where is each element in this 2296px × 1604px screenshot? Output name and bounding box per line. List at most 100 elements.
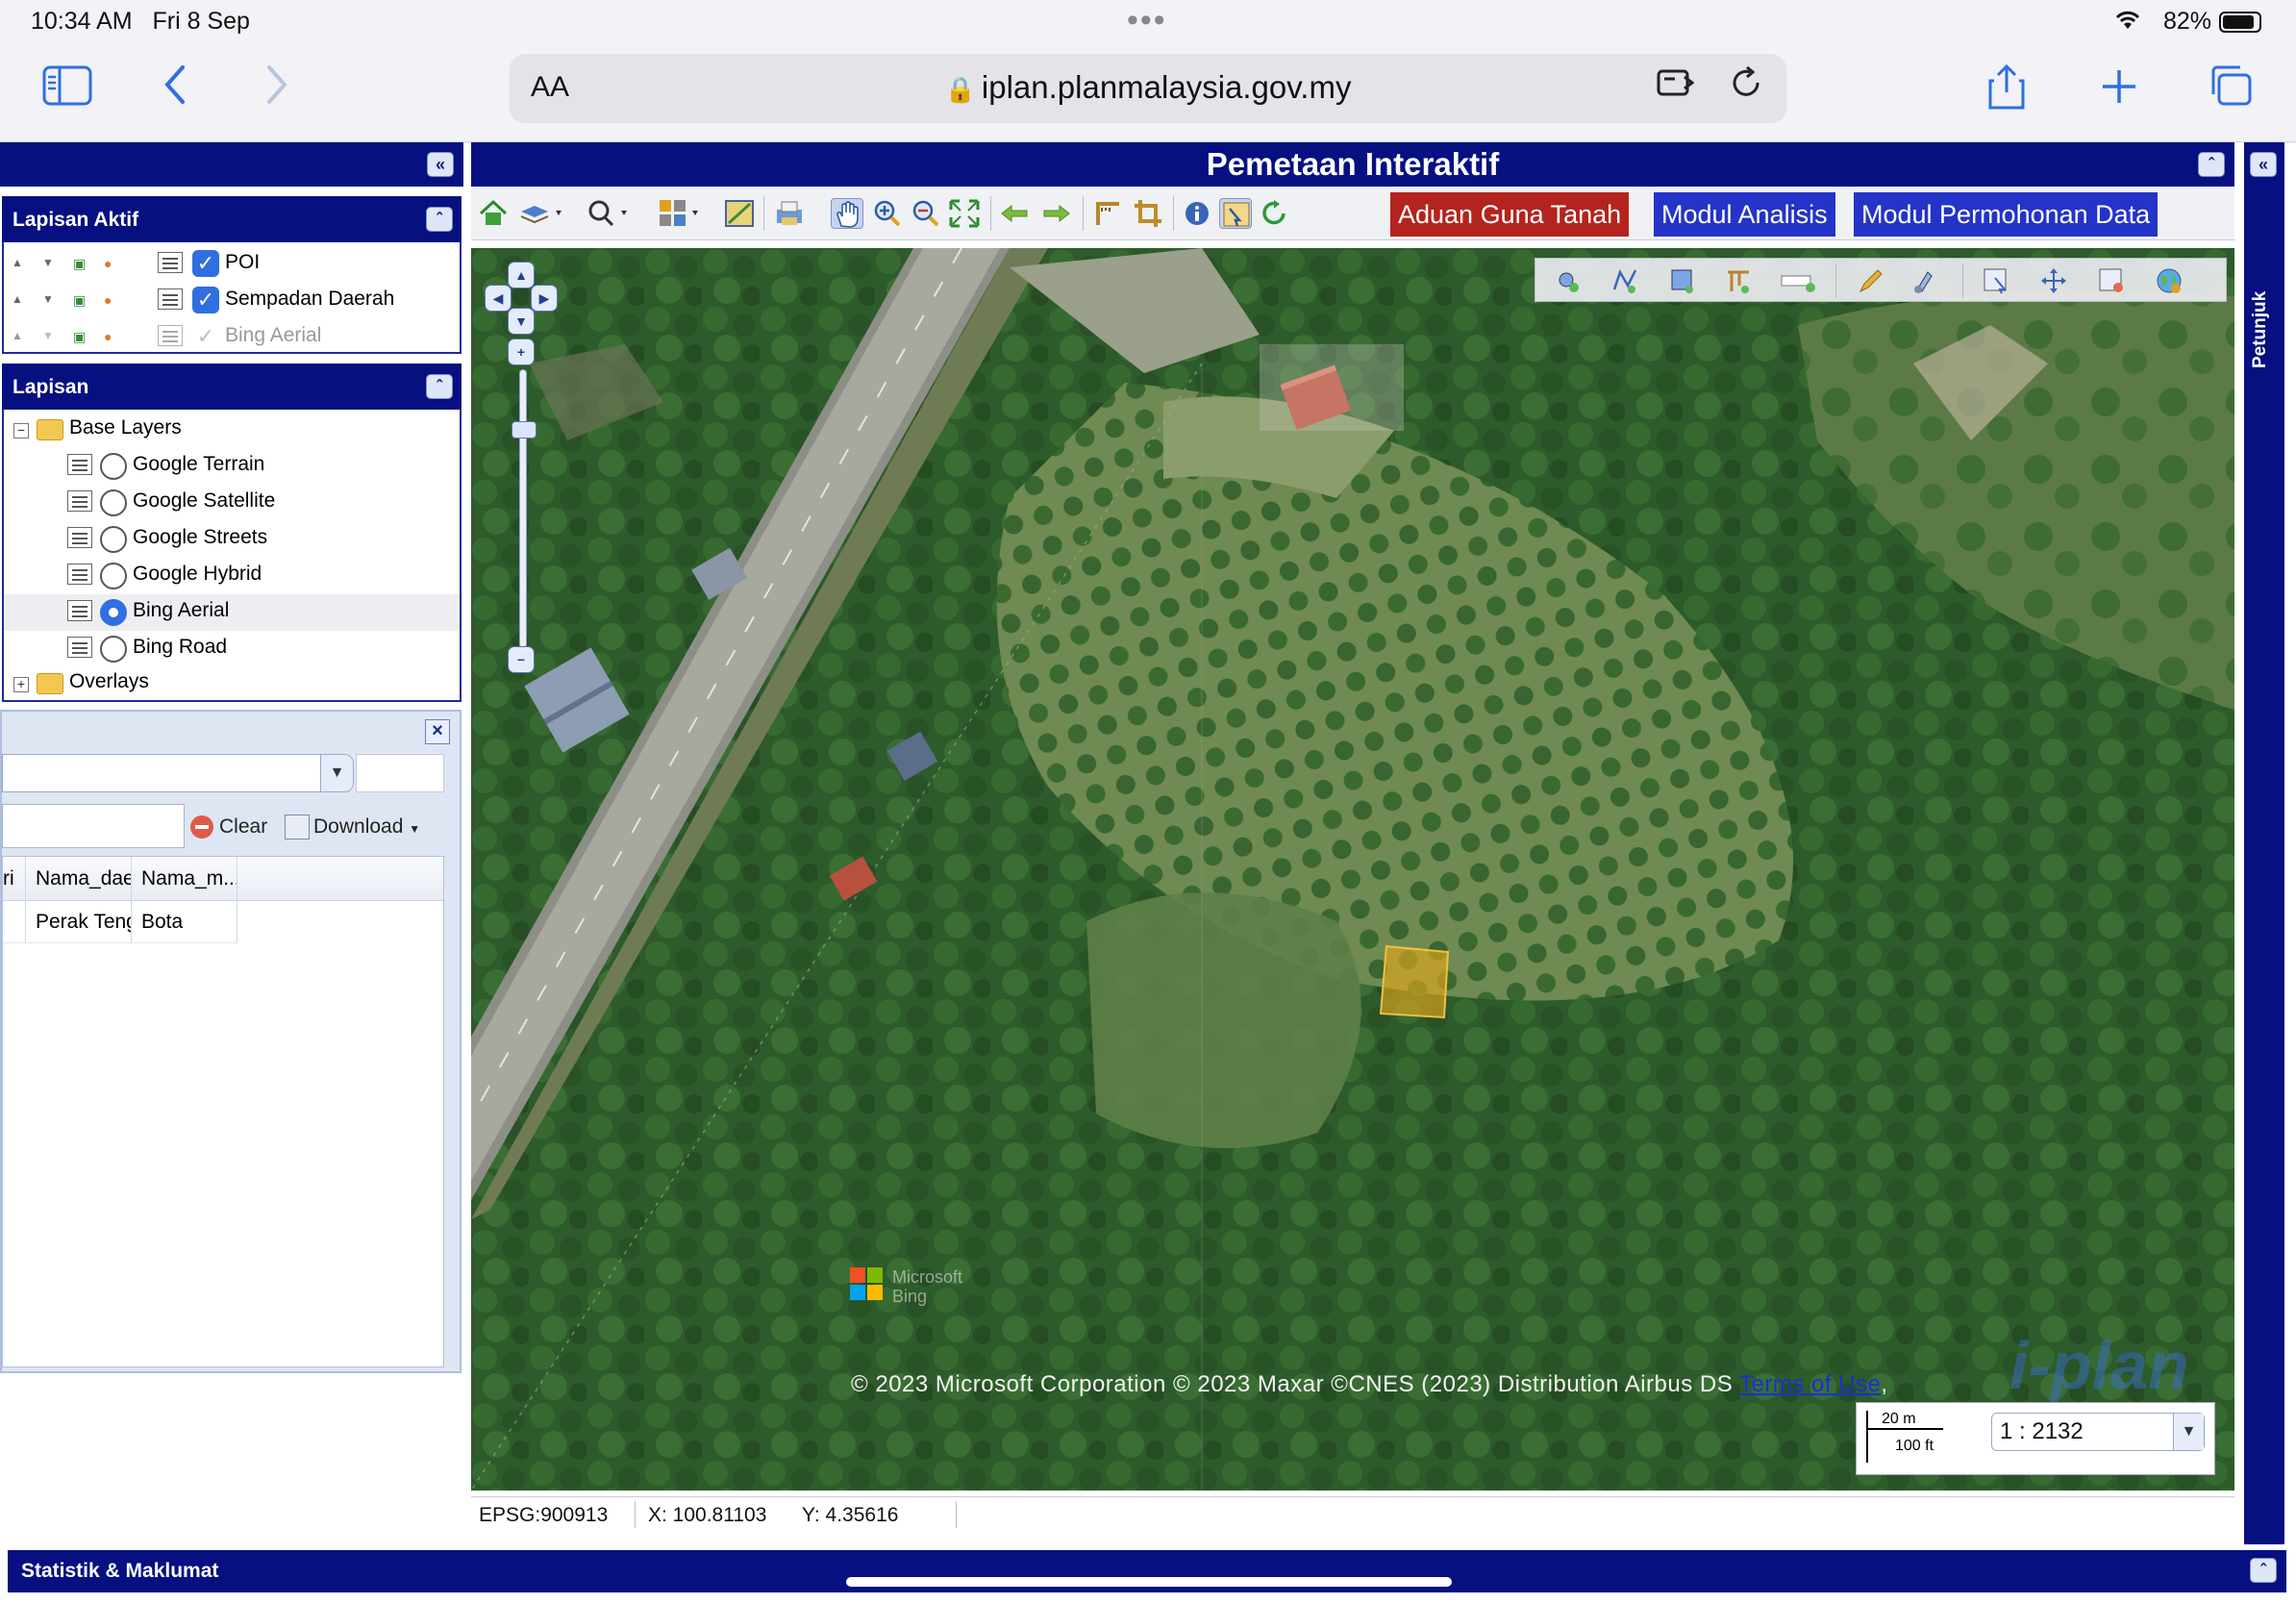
base-layer-radio[interactable] [100, 526, 127, 553]
home-icon[interactable] [477, 198, 510, 229]
move-up-icon[interactable]: ▲ [12, 292, 23, 306]
edit-pencil-icon[interactable] [1857, 266, 1885, 295]
layer-checkbox-bing[interactable]: ✓ [192, 323, 219, 350]
zoom-out-icon[interactable] [910, 198, 942, 229]
measure-icon[interactable] [1092, 198, 1125, 229]
right-panel-petunjuk[interactable]: « Petunjuk [2244, 142, 2284, 1544]
base-layer-row[interactable]: Bing Road [4, 631, 460, 667]
info-icon[interactable] [1181, 198, 1213, 229]
chevron-up-icon[interactable]: ˆ [426, 374, 453, 399]
base-layer-radio[interactable] [100, 636, 127, 663]
print-map-icon[interactable] [773, 198, 806, 229]
identify-icon[interactable] [1219, 198, 1252, 229]
zoom-slider-handle[interactable] [512, 421, 537, 439]
back-icon[interactable] [162, 63, 188, 121]
layer-select[interactable]: ▼ [2, 754, 354, 792]
draw-polygon-icon[interactable] [1668, 266, 1697, 295]
legend-icon[interactable] [67, 600, 92, 621]
pan-left-icon[interactable]: ◀ [485, 285, 512, 312]
legend-icon[interactable] [67, 564, 92, 585]
layer-props-icon[interactable]: ▣ [73, 329, 86, 345]
draw-feature-icon[interactable] [1724, 266, 1753, 295]
layers-header[interactable]: Lapisan ˆ [2, 363, 462, 410]
zoom-slider[interactable] [519, 369, 527, 648]
zoom-in-button[interactable]: + [508, 338, 535, 365]
active-layers-header[interactable]: Lapisan Aktif ˆ [2, 196, 462, 242]
address-bar[interactable]: AA 🔒 iplan.planmalaysia.gov.my [510, 54, 1786, 123]
url-display[interactable]: 🔒 iplan.planmalaysia.gov.my [510, 69, 1786, 106]
chevron-down-icon[interactable]: ▼ [320, 755, 353, 791]
legend-icon[interactable] [158, 325, 183, 346]
aduan-guna-tanah-button[interactable]: Aduan Guna Tanah [1390, 192, 1630, 237]
reload-icon[interactable] [1729, 65, 1763, 109]
chevron-up-icon[interactable]: ˆ [2198, 152, 2225, 177]
new-tab-icon[interactable] [2100, 63, 2138, 121]
next-extent-icon[interactable] [1040, 198, 1073, 229]
collapse-tree-icon[interactable]: − [13, 423, 29, 439]
legend-icon[interactable] [67, 454, 92, 475]
grid-tools-icon[interactable] [658, 198, 706, 229]
zoom-out-button[interactable]: − [508, 646, 535, 673]
active-layer-row[interactable]: ▲ ▼ ▣ ● ✓ Sempadan Daerah [4, 283, 460, 317]
opacity-icon[interactable]: ● [104, 329, 112, 344]
base-layer-row[interactable]: Google Streets [4, 521, 460, 558]
layers-icon[interactable] [519, 198, 567, 229]
opacity-icon[interactable]: ● [104, 256, 112, 271]
base-layer-row-selected[interactable]: Bing Aerial [4, 594, 460, 631]
sidebar-icon[interactable] [42, 63, 92, 121]
move-down-icon[interactable]: ▼ [42, 292, 54, 306]
move-down-icon[interactable]: ▼ [42, 329, 54, 342]
forward-icon[interactable] [263, 63, 290, 121]
attribute-search-input[interactable] [2, 804, 185, 848]
zoom-in-icon[interactable] [871, 198, 904, 229]
pan-up-icon[interactable]: ▲ [508, 262, 535, 288]
tree-folder-overlays[interactable]: + Overlays [4, 665, 460, 702]
select-feature-icon[interactable] [1982, 266, 2010, 295]
modul-analisis-button[interactable]: Modul Analisis [1654, 192, 1835, 237]
base-layer-radio[interactable] [100, 489, 127, 516]
clear-button[interactable]: Clear [190, 810, 267, 844]
crop-icon[interactable] [1133, 198, 1165, 229]
base-layer-row[interactable]: Google Hybrid [4, 558, 460, 594]
previous-extent-icon[interactable] [998, 198, 1031, 229]
pan-hand-icon[interactable] [831, 198, 863, 229]
multitask-dots[interactable]: ••• [1127, 2, 1167, 39]
grid-column-header[interactable]: Nama_m... [132, 857, 237, 901]
expand-up-icon[interactable]: ˆ [2250, 1558, 2277, 1583]
draw-point-icon[interactable] [1555, 266, 1584, 295]
search-icon[interactable] [586, 198, 635, 229]
move-up-icon[interactable]: ▲ [12, 329, 23, 342]
aerial-imagery[interactable] [471, 248, 2234, 1491]
scale-select[interactable]: 1 : 2132 ▼ [1991, 1413, 2205, 1451]
layer-checkbox-sempadan[interactable]: ✓ [192, 287, 219, 313]
extension-icon[interactable] [1656, 65, 1695, 109]
base-layer-row[interactable]: Google Terrain [4, 448, 460, 485]
erase-icon[interactable] [1909, 266, 1937, 295]
map-extent-icon[interactable] [723, 198, 756, 229]
move-down-icon[interactable]: ▼ [42, 256, 54, 269]
move-feature-icon[interactable] [2039, 266, 2068, 295]
terms-of-use-link[interactable]: Terms of Use [1739, 1371, 1881, 1397]
base-layer-radio[interactable] [100, 563, 127, 589]
expand-right-icon[interactable]: « [2250, 152, 2277, 177]
layer-checkbox-poi[interactable]: ✓ [192, 250, 219, 277]
collapse-left-icon[interactable]: « [427, 152, 454, 177]
pan-down-icon[interactable]: ▼ [508, 308, 535, 335]
add-label-icon[interactable] [1780, 266, 1818, 295]
delete-feature-icon[interactable] [2097, 266, 2126, 295]
modul-permohonan-data-button[interactable]: Modul Permohonan Data [1854, 192, 2159, 237]
download-button[interactable]: Download ▼ [285, 810, 420, 844]
draw-line-icon[interactable] [1610, 266, 1639, 295]
layer-props-icon[interactable]: ▣ [73, 256, 86, 272]
full-extent-icon[interactable] [948, 198, 981, 229]
chevron-down-icon[interactable]: ▼ [2173, 1414, 2204, 1450]
base-layer-radio[interactable] [100, 453, 127, 480]
pan-right-icon[interactable]: ▶ [531, 285, 558, 312]
legend-icon[interactable] [67, 637, 92, 658]
map-canvas[interactable]: ▲ ◀ ▶ ▼ + − Microsoft Bing i-plan © 2023… [471, 248, 2234, 1491]
base-layer-row[interactable]: Google Satellite [4, 485, 460, 521]
layer-props-icon[interactable]: ▣ [73, 292, 86, 309]
close-icon[interactable]: × [425, 719, 450, 744]
share-icon[interactable] [1986, 63, 2027, 127]
legend-icon[interactable] [67, 490, 92, 512]
